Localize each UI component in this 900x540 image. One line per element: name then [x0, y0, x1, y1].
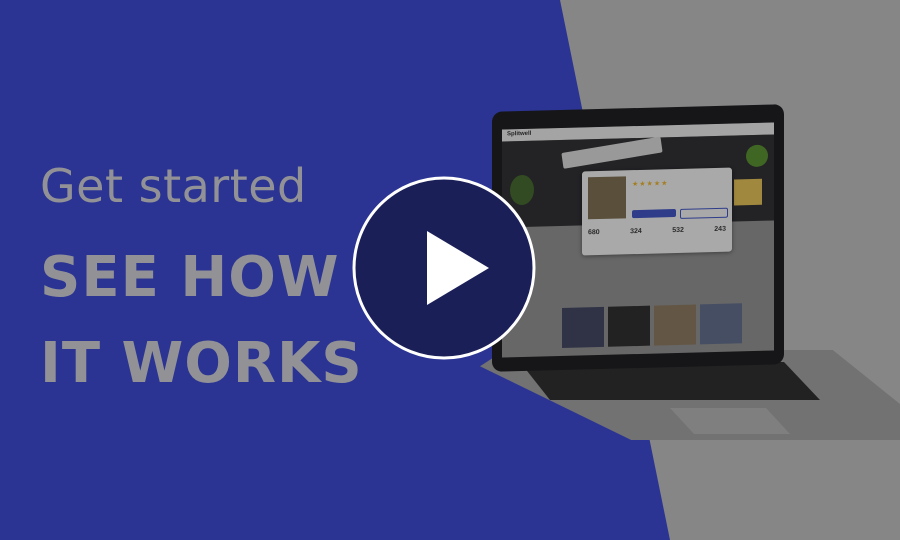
play-button[interactable] — [351, 175, 537, 361]
